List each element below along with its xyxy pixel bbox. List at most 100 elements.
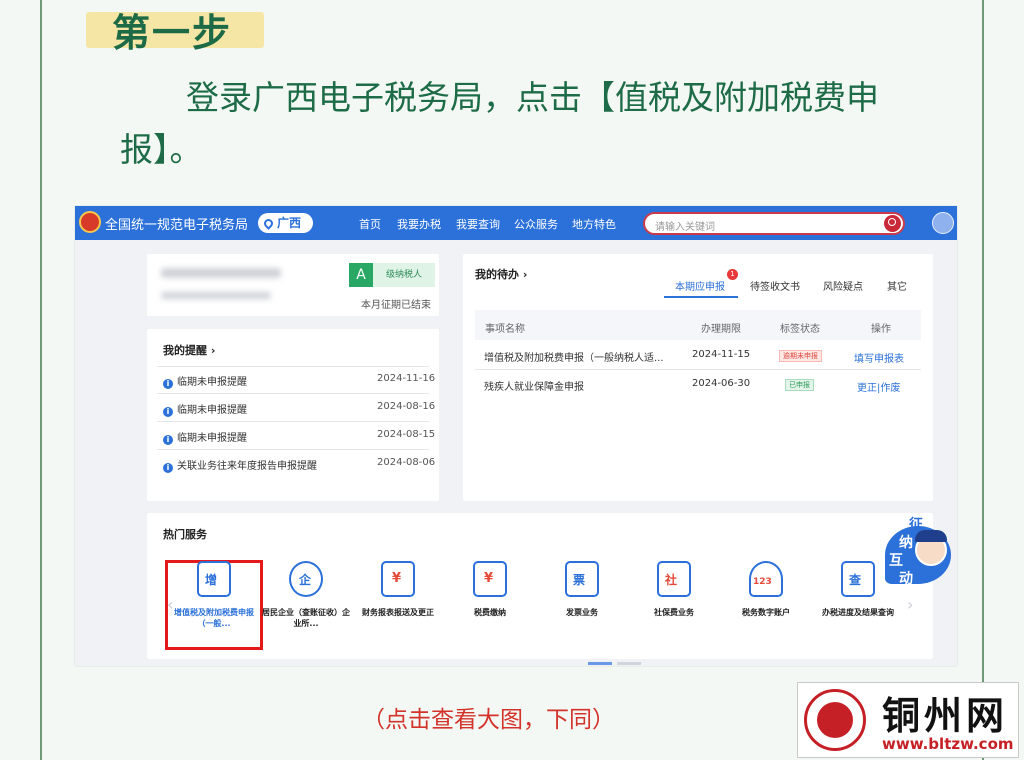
hot-services-panel: 热门服务 ‹ › 增 增值税及附加税费申报（一般... 企 居民企业（查账征收）… — [147, 513, 933, 665]
right-frame-line — [982, 0, 984, 760]
reminders-title[interactable]: 我的提醒 › — [163, 342, 215, 358]
icon-glyph: 查 — [849, 573, 862, 587]
watermark-name: 铜州网 — [882, 693, 1009, 738]
location-pin-icon — [262, 217, 275, 230]
status-badge: 逾期未申报 — [779, 350, 822, 362]
assistant-char: 征 — [909, 517, 923, 533]
todo-deadline: 2024-11-15 — [692, 349, 751, 360]
report-icon: ¥ — [381, 561, 415, 597]
divider — [157, 366, 429, 367]
service-label: 社保费业务 — [654, 608, 694, 617]
pager-dot-active[interactable] — [588, 662, 612, 665]
user-avatar[interactable] — [932, 212, 954, 234]
invoice-icon: 票 — [565, 561, 599, 597]
watermark-url: www.bltzw.com — [882, 735, 1014, 753]
nav-handle-tax[interactable]: 我要办税 — [397, 216, 441, 232]
logo-center — [817, 702, 853, 738]
tab-other[interactable]: 其它 — [887, 278, 907, 293]
service-vat-declaration[interactable]: 增 增值税及附加税费申报（一般... — [170, 561, 258, 629]
search-input[interactable]: 请输入关键词 — [655, 218, 715, 233]
icon-glyph: ¥ — [392, 571, 402, 586]
nav-local-features[interactable]: 地方特色 — [572, 216, 616, 232]
social-security-icon: 社 — [657, 561, 691, 597]
search-icon[interactable] — [884, 215, 901, 232]
tax-id-redacted — [161, 292, 271, 299]
assistant-widget[interactable]: 征 纳 互 动 — [885, 516, 957, 588]
column-header: 事项名称 — [485, 324, 525, 335]
nav-query[interactable]: 我要查询 — [456, 216, 500, 232]
correct-void-link[interactable]: 更正|作废 — [857, 379, 900, 394]
table-header: 事项名称 办理期限 标签状态 操作 — [475, 310, 921, 340]
service-tax-payment[interactable]: ¥ 税费缴纳 — [446, 561, 534, 618]
search-box[interactable]: 请输入关键词 — [643, 212, 905, 235]
service-social-security[interactable]: 社 社保费业务 — [630, 561, 718, 618]
intro-text: 登录广西电子税务局，点击【值税及附加税费申报】。 — [120, 78, 879, 169]
icon-glyph: 企 — [299, 573, 312, 587]
reminder-text: 关联业务往来年度报告申报提醒 — [177, 461, 317, 472]
icon-glyph: 社 — [665, 573, 678, 587]
tab-current-period[interactable]: 本期应申报 — [675, 278, 725, 293]
service-label: 居民企业（查账征收）企业所... — [262, 608, 350, 628]
payment-icon: ¥ — [473, 561, 507, 597]
reminder-date: 2024-08-16 — [377, 401, 436, 412]
grade-badge: A — [349, 263, 373, 287]
icon-glyph: ¥ — [484, 571, 494, 586]
column-header: 办理期限 — [701, 324, 741, 335]
top-navbar: 全国统一规范电子税务局 广西 首页 我要办税 我要查询 公众服务 地方特色 请输… — [75, 206, 957, 240]
pager-dot[interactable] — [617, 662, 641, 665]
service-label: 发票业务 — [566, 608, 598, 617]
todo-title[interactable]: 我的待办 › — [475, 266, 527, 282]
service-label: 办税进度及结果查询 — [822, 608, 894, 617]
info-icon: i — [163, 435, 173, 445]
icon-glyph: 123 — [753, 577, 772, 587]
service-financial-statements[interactable]: ¥ 财务报表报送及更正 — [354, 561, 442, 618]
assistant-char: 互 — [889, 553, 903, 569]
reminder-item[interactable]: i 临期未申报提醒 — [163, 373, 247, 389]
hot-services-title: 热门服务 — [163, 528, 207, 541]
progress-query-icon: 查 — [841, 561, 875, 597]
region-label: 广西 — [277, 216, 302, 230]
service-label: 税费缴纳 — [474, 608, 506, 617]
active-tab-indicator — [664, 296, 738, 298]
tab-risk[interactable]: 风险疑点 — [823, 278, 863, 293]
service-digital-account[interactable]: 123 税务数字账户 — [722, 561, 810, 618]
todo-name: 残疾人就业保障金申报 — [484, 382, 584, 393]
tax-emblem-icon — [79, 211, 101, 233]
todo-count-badge: 1 — [727, 269, 738, 280]
service-corporate-income-tax[interactable]: 企 居民企业（查账征收）企业所... — [262, 561, 350, 629]
reminder-date: 2024-11-16 — [377, 373, 436, 384]
image-caption[interactable]: （点击查看大图，下同） — [362, 700, 615, 734]
info-icon: i — [163, 379, 173, 389]
service-invoice[interactable]: 票 发票业务 — [538, 561, 626, 618]
reminder-item[interactable]: i 关联业务往来年度报告申报提醒 — [163, 457, 317, 473]
nav-public-service[interactable]: 公众服务 — [514, 216, 558, 232]
icon-glyph: 增 — [205, 573, 218, 587]
fill-form-link[interactable]: 填写申报表 — [854, 350, 904, 365]
company-name-redacted — [161, 268, 281, 278]
reminder-item[interactable]: i 临期未申报提醒 — [163, 401, 247, 417]
next-arrow-icon[interactable]: › — [907, 595, 913, 614]
grade-label: 级纳税人 — [373, 263, 435, 287]
divider — [475, 369, 921, 370]
info-icon: i — [163, 463, 173, 473]
carousel-pager — [588, 650, 646, 666]
reminder-item[interactable]: i 临期未申报提醒 — [163, 429, 247, 445]
service-label: 财务报表报送及更正 — [362, 608, 434, 617]
icon-glyph: 票 — [573, 573, 586, 587]
service-label: 增值税及附加税费申报（一般... — [174, 608, 254, 628]
reminder-date: 2024-08-15 — [377, 429, 436, 440]
step-label: 第一步 — [112, 10, 233, 55]
reminder-date: 2024-08-06 — [377, 457, 436, 468]
watermark: 铜州网 www.bltzw.com — [797, 682, 1019, 758]
column-header: 操作 — [871, 324, 891, 335]
region-selector[interactable]: 广西 — [258, 213, 313, 233]
divider — [157, 449, 429, 450]
todo-deadline: 2024-06-30 — [692, 378, 751, 389]
divider — [157, 421, 429, 422]
site-logo-icon — [804, 689, 866, 751]
tab-documents[interactable]: 待签收文书 — [750, 278, 800, 293]
site-title: 全国统一规范电子税务局 — [105, 218, 249, 233]
nav-home[interactable]: 首页 — [359, 216, 381, 232]
reminder-text: 临期未申报提醒 — [177, 377, 247, 388]
left-frame-line — [40, 0, 42, 760]
